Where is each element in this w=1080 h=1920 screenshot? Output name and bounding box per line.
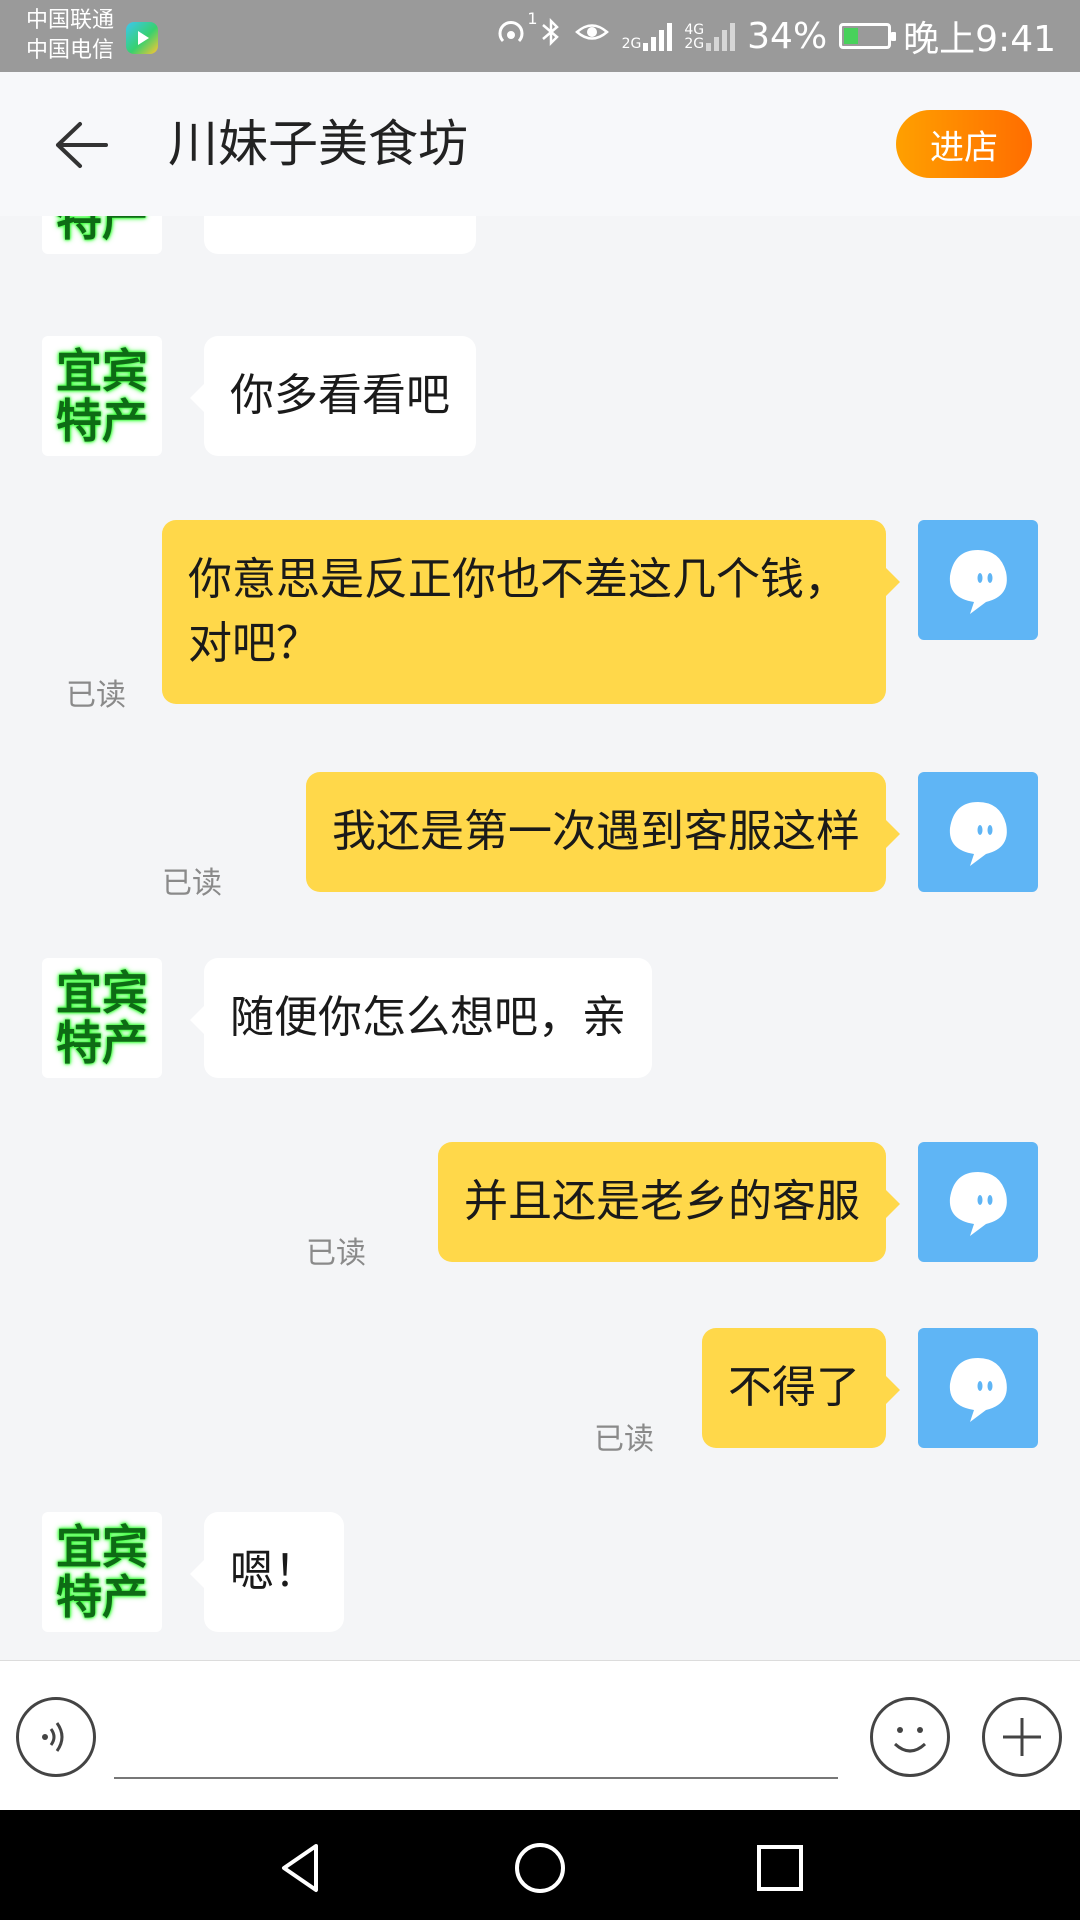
message-input[interactable] bbox=[114, 1701, 838, 1779]
my-avatar[interactable] bbox=[918, 520, 1038, 640]
incoming-message[interactable]: 没有关系的 bbox=[204, 216, 476, 254]
my-avatar[interactable] bbox=[918, 1328, 1038, 1448]
shop-avatar[interactable]: 宜宾 特产 bbox=[42, 1512, 162, 1632]
qq-penguin-icon bbox=[949, 550, 1007, 614]
incoming-message[interactable]: 随便你怎么想吧，亲 bbox=[190, 958, 652, 1078]
plus-icon bbox=[1003, 1718, 1041, 1756]
shop-avatar[interactable]: 宜宾 特产 bbox=[42, 958, 162, 1078]
outgoing-message[interactable]: 不得了 bbox=[702, 1328, 900, 1448]
status-bar: 中国联通 中国电信 1 2G 4G 2G 34% 晚上9:41 bbox=[0, 0, 1080, 72]
shop-title: 川妹子美食坊 bbox=[168, 115, 468, 173]
voice-input-button[interactable] bbox=[16, 1697, 96, 1777]
signal-bars-icon bbox=[706, 21, 736, 51]
carrier-1: 中国联通 bbox=[26, 8, 115, 33]
my-avatar[interactable] bbox=[918, 772, 1038, 892]
eye-comfort-icon bbox=[574, 16, 610, 56]
enter-shop-button[interactable]: 进店 bbox=[896, 110, 1032, 178]
shop-avatar[interactable]: 宜宾 特产 bbox=[42, 216, 162, 254]
bluetooth-icon bbox=[540, 15, 562, 58]
nav-recents-button[interactable] bbox=[752, 1840, 808, 1896]
read-status: 已读 bbox=[594, 1422, 654, 1457]
carrier-2: 中国电信 bbox=[26, 38, 115, 63]
network-type-1: 2G bbox=[621, 36, 642, 52]
nav-back-button[interactable] bbox=[274, 1840, 330, 1896]
read-status: 已读 bbox=[306, 1236, 366, 1271]
incoming-message[interactable]: 嗯！ bbox=[190, 1512, 344, 1632]
video-app-icon bbox=[126, 22, 158, 54]
shop-avatar[interactable]: 宜宾 特产 bbox=[42, 336, 162, 456]
square-recents-icon bbox=[757, 1845, 803, 1891]
system-nav-bar bbox=[0, 1810, 1080, 1920]
hotspot-icon: 1 bbox=[494, 9, 538, 58]
outgoing-message[interactable]: 我还是第一次遇到客服这样 bbox=[306, 772, 900, 892]
my-avatar[interactable] bbox=[918, 1142, 1038, 1262]
clock: 晚上9:41 bbox=[903, 19, 1056, 60]
circle-home-icon bbox=[515, 1843, 565, 1893]
incoming-message[interactable]: 你多看看吧 bbox=[190, 336, 476, 456]
triangle-back-icon bbox=[282, 1844, 318, 1892]
chat-header: 川妹子美食坊 进店 bbox=[0, 72, 1080, 216]
qq-penguin-icon bbox=[949, 1358, 1007, 1422]
nav-home-button[interactable] bbox=[512, 1840, 568, 1896]
read-status: 已读 bbox=[162, 866, 222, 901]
read-status: 已读 bbox=[66, 678, 126, 713]
signal-2: 4G 2G bbox=[684, 21, 736, 52]
battery-percent: 34% bbox=[747, 15, 828, 57]
emoji-button[interactable] bbox=[870, 1697, 950, 1777]
signal-bars-icon bbox=[643, 21, 673, 51]
qq-penguin-icon bbox=[949, 1172, 1007, 1236]
signal-1: 2G bbox=[622, 21, 673, 51]
voice-wave-icon bbox=[42, 1722, 64, 1752]
carrier-info: 中国联通 中国电信 bbox=[26, 6, 114, 66]
outgoing-message[interactable]: 你意思是反正你也不差这几个钱，对吧？ bbox=[162, 520, 900, 704]
network-type-2b: 2G bbox=[684, 36, 705, 52]
smiley-icon bbox=[893, 1727, 927, 1753]
qq-penguin-icon bbox=[949, 802, 1007, 866]
input-bar bbox=[0, 1660, 1080, 1811]
sim-superscript: 1 bbox=[527, 8, 538, 28]
battery-fill bbox=[844, 28, 859, 44]
status-icons: 1 2G 4G 2G 34% 晚上9:41 bbox=[494, 9, 1056, 60]
battery-icon bbox=[839, 23, 897, 49]
outgoing-message[interactable]: 并且还是老乡的客服 bbox=[438, 1142, 900, 1262]
chat-messages[interactable]: 宜宾 特产 没有关系的 宜宾 特产 你多看看吧 已读 你意思是反正你也不差这几个… bbox=[0, 216, 1080, 1660]
network-type-2a: 4G bbox=[684, 22, 705, 38]
more-options-button[interactable] bbox=[982, 1697, 1062, 1777]
back-arrow-icon[interactable] bbox=[52, 118, 112, 172]
